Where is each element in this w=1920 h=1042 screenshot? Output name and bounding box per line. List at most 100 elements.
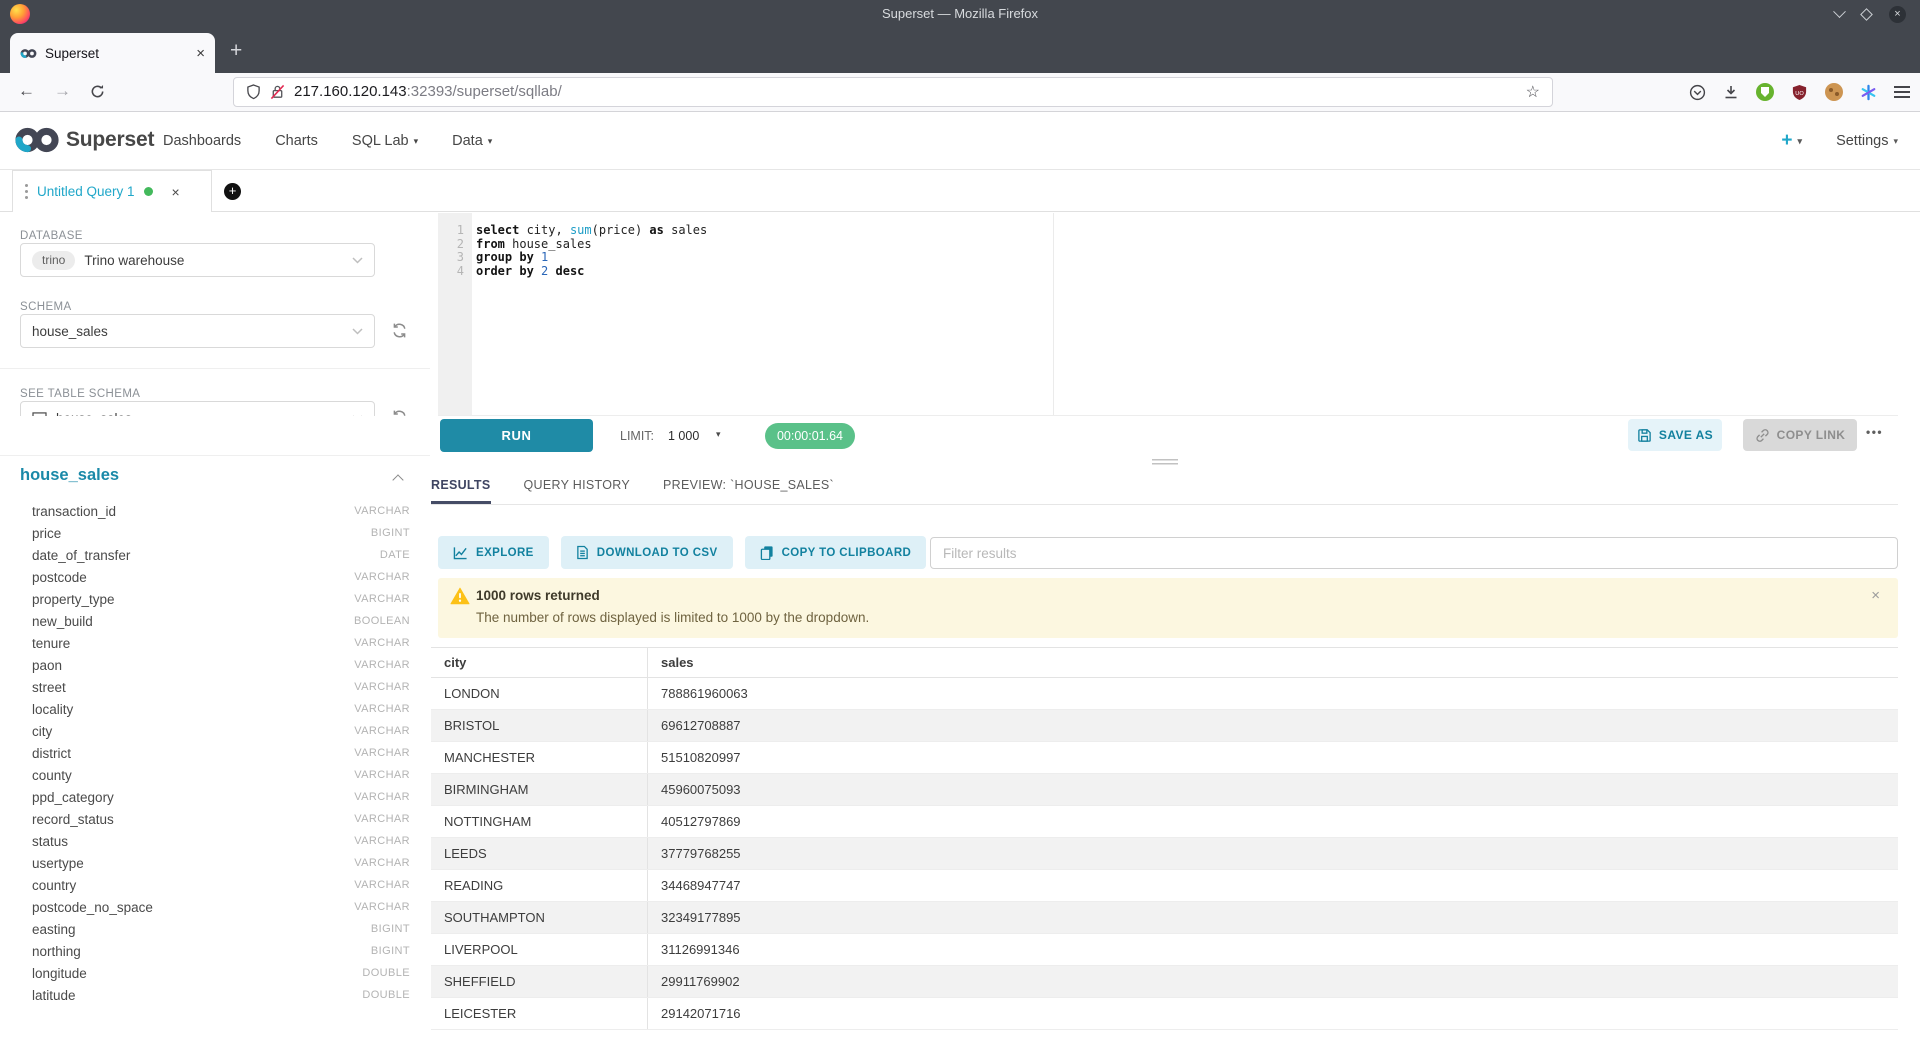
column-name: northing xyxy=(32,944,81,959)
url-path: :32393/superset/sqllab/ xyxy=(407,83,562,100)
code-line[interactable]: order by 2 desc xyxy=(476,265,1898,279)
table-column-row[interactable]: postcode VARCHAR xyxy=(20,566,410,588)
back-button[interactable]: ← xyxy=(18,81,35,101)
column-type: DATE xyxy=(380,549,410,561)
header-cell-sales[interactable]: sales xyxy=(648,648,694,677)
explore-button[interactable]: EXPLORE xyxy=(438,536,549,569)
table-column-row[interactable]: city VARCHAR xyxy=(20,720,410,742)
column-type: VARCHAR xyxy=(354,703,410,715)
results-tab[interactable]: RESULTS xyxy=(431,478,491,504)
nav-menu-item[interactable]: Data▾ xyxy=(452,133,492,149)
table-column-row[interactable]: latitude DOUBLE xyxy=(20,984,410,1006)
chevron-down-icon xyxy=(352,257,363,264)
copy-to-clipboard-button[interactable]: COPY TO CLIPBOARD xyxy=(745,536,927,569)
chevron-up-icon[interactable] xyxy=(392,474,403,485)
settings-menu[interactable]: Settings▾ xyxy=(1836,133,1898,149)
limit-value[interactable]: 1 000 xyxy=(668,429,699,443)
column-type: VARCHAR xyxy=(354,725,410,737)
table-column-row[interactable]: ppd_category VARCHAR xyxy=(20,786,410,808)
code-line[interactable]: select city, sum(price) as sales xyxy=(476,224,1898,238)
table-column-row[interactable]: transaction_id VARCHAR xyxy=(20,500,410,522)
adguard-extension-icon[interactable] xyxy=(1756,83,1774,101)
asterisk-extension-icon[interactable] xyxy=(1860,84,1877,101)
insecure-lock-icon[interactable] xyxy=(270,84,285,100)
table-column-row[interactable]: price BIGINT xyxy=(20,522,410,544)
table-column-row[interactable]: new_build BOOLEAN xyxy=(20,610,410,632)
tab-close-icon[interactable]: × xyxy=(196,45,205,62)
table-column-row[interactable]: property_type VARCHAR xyxy=(20,588,410,610)
results-tab[interactable]: PREVIEW: `HOUSE_SALES` xyxy=(663,478,834,504)
drag-grip-icon[interactable] xyxy=(25,184,28,199)
editor-code[interactable]: select city, sum(price) as salesfrom hou… xyxy=(476,224,1898,279)
table-column-row[interactable]: status VARCHAR xyxy=(20,830,410,852)
header-cell-city[interactable]: city xyxy=(431,648,648,677)
cell-sales: 40512797869 xyxy=(648,806,741,837)
table-column-row[interactable]: paon VARCHAR xyxy=(20,654,410,676)
sql-editor[interactable]: 1234 select city, sum(price) as salesfro… xyxy=(438,213,1898,416)
schema-select[interactable]: house_sales xyxy=(20,314,375,348)
maximize-icon[interactable] xyxy=(1860,8,1873,21)
column-name: postcode xyxy=(32,570,87,585)
download-csv-button[interactable]: DOWNLOAD TO CSV xyxy=(561,536,733,569)
window-close-icon[interactable]: × xyxy=(1889,6,1906,23)
table-column-row[interactable]: easting BIGINT xyxy=(20,918,410,940)
add-new-button[interactable]: +▾ xyxy=(1781,130,1802,152)
gutter-line-number: 4 xyxy=(438,265,472,279)
table-column-row[interactable]: postcode_no_space VARCHAR xyxy=(20,896,410,918)
table-column-row[interactable]: county VARCHAR xyxy=(20,764,410,786)
table-column-row[interactable]: country VARCHAR xyxy=(20,874,410,896)
results-tab[interactable]: QUERY HISTORY xyxy=(524,478,630,504)
refresh-schema-icon[interactable] xyxy=(391,322,409,340)
ublock-extension-icon[interactable]: UO xyxy=(1791,84,1808,101)
code-line[interactable]: from house_sales xyxy=(476,238,1898,252)
run-button[interactable]: RUN xyxy=(440,419,593,452)
chevron-down-icon[interactable] xyxy=(1833,5,1846,18)
save-as-button[interactable]: SAVE AS xyxy=(1628,419,1722,451)
menu-icon[interactable] xyxy=(1894,86,1910,98)
query-tab-untitled-query-1[interactable]: Untitled Query 1 × xyxy=(12,170,212,212)
table-column-row[interactable]: tenure VARCHAR xyxy=(20,632,410,654)
table-row: BRISTOL 69612708887 xyxy=(431,710,1898,742)
caret-down-icon[interactable]: ▾ xyxy=(716,429,721,440)
table-column-row[interactable]: district VARCHAR xyxy=(20,742,410,764)
copy-link-button[interactable]: COPY LINK xyxy=(1743,419,1857,451)
cookie-extension-icon[interactable] xyxy=(1825,83,1843,101)
nav-menu-item[interactable]: Dashboards▾ xyxy=(163,133,241,149)
table-section-title[interactable]: house_sales xyxy=(20,466,119,485)
more-options-button[interactable]: ••• xyxy=(1866,425,1883,439)
divider xyxy=(0,455,430,456)
toolbar-icons: UO xyxy=(1689,73,1910,111)
nav-menu-item[interactable]: Charts▾ xyxy=(275,133,318,149)
new-tab-button[interactable]: + xyxy=(230,38,242,64)
query-tab-close-icon[interactable]: × xyxy=(172,184,180,200)
table-column-row[interactable]: usertype VARCHAR xyxy=(20,852,410,874)
table-column-row[interactable]: record_status VARCHAR xyxy=(20,808,410,830)
reload-button[interactable] xyxy=(90,84,105,99)
pane-splitter-handle[interactable] xyxy=(1152,459,1178,467)
filter-results-input[interactable] xyxy=(930,537,1898,569)
pocket-icon[interactable] xyxy=(1689,84,1706,101)
browser-tab-superset[interactable]: Superset × xyxy=(10,33,215,73)
table-column-row[interactable]: date_of_transfer DATE xyxy=(20,544,410,566)
url-bar[interactable]: 217.160.120.143:32393/superset/sqllab/ ☆ xyxy=(233,77,1553,107)
table-column-row[interactable]: longitude DOUBLE xyxy=(20,962,410,984)
database-label: DATABASE xyxy=(20,230,83,242)
download-csv-label: DOWNLOAD TO CSV xyxy=(597,547,718,559)
nav-menu-item[interactable]: SQL Lab▾ xyxy=(352,133,418,149)
alert-close-icon[interactable]: × xyxy=(1871,587,1880,604)
tracking-protection-shield-icon[interactable] xyxy=(246,84,261,100)
table-column-row[interactable]: street VARCHAR xyxy=(20,676,410,698)
bookmark-star-icon[interactable]: ☆ xyxy=(1526,82,1540,102)
database-select[interactable]: trino Trino warehouse xyxy=(20,243,375,277)
copy-to-clipboard-label: COPY TO CLIPBOARD xyxy=(782,547,912,559)
forward-button[interactable]: → xyxy=(54,81,71,101)
download-icon[interactable] xyxy=(1723,84,1739,100)
code-line[interactable]: group by 1 xyxy=(476,251,1898,265)
column-type: BIGINT xyxy=(371,945,410,957)
new-query-tab-button[interactable]: + xyxy=(224,183,241,200)
table-column-row[interactable]: northing BIGINT xyxy=(20,940,410,962)
superset-logo[interactable]: Superset xyxy=(14,125,154,155)
screen: Superset — Mozilla Firefox × Superset × … xyxy=(0,0,1920,1042)
table-column-row[interactable]: locality VARCHAR xyxy=(20,698,410,720)
table-row: LONDON 788861960063 xyxy=(431,678,1898,710)
